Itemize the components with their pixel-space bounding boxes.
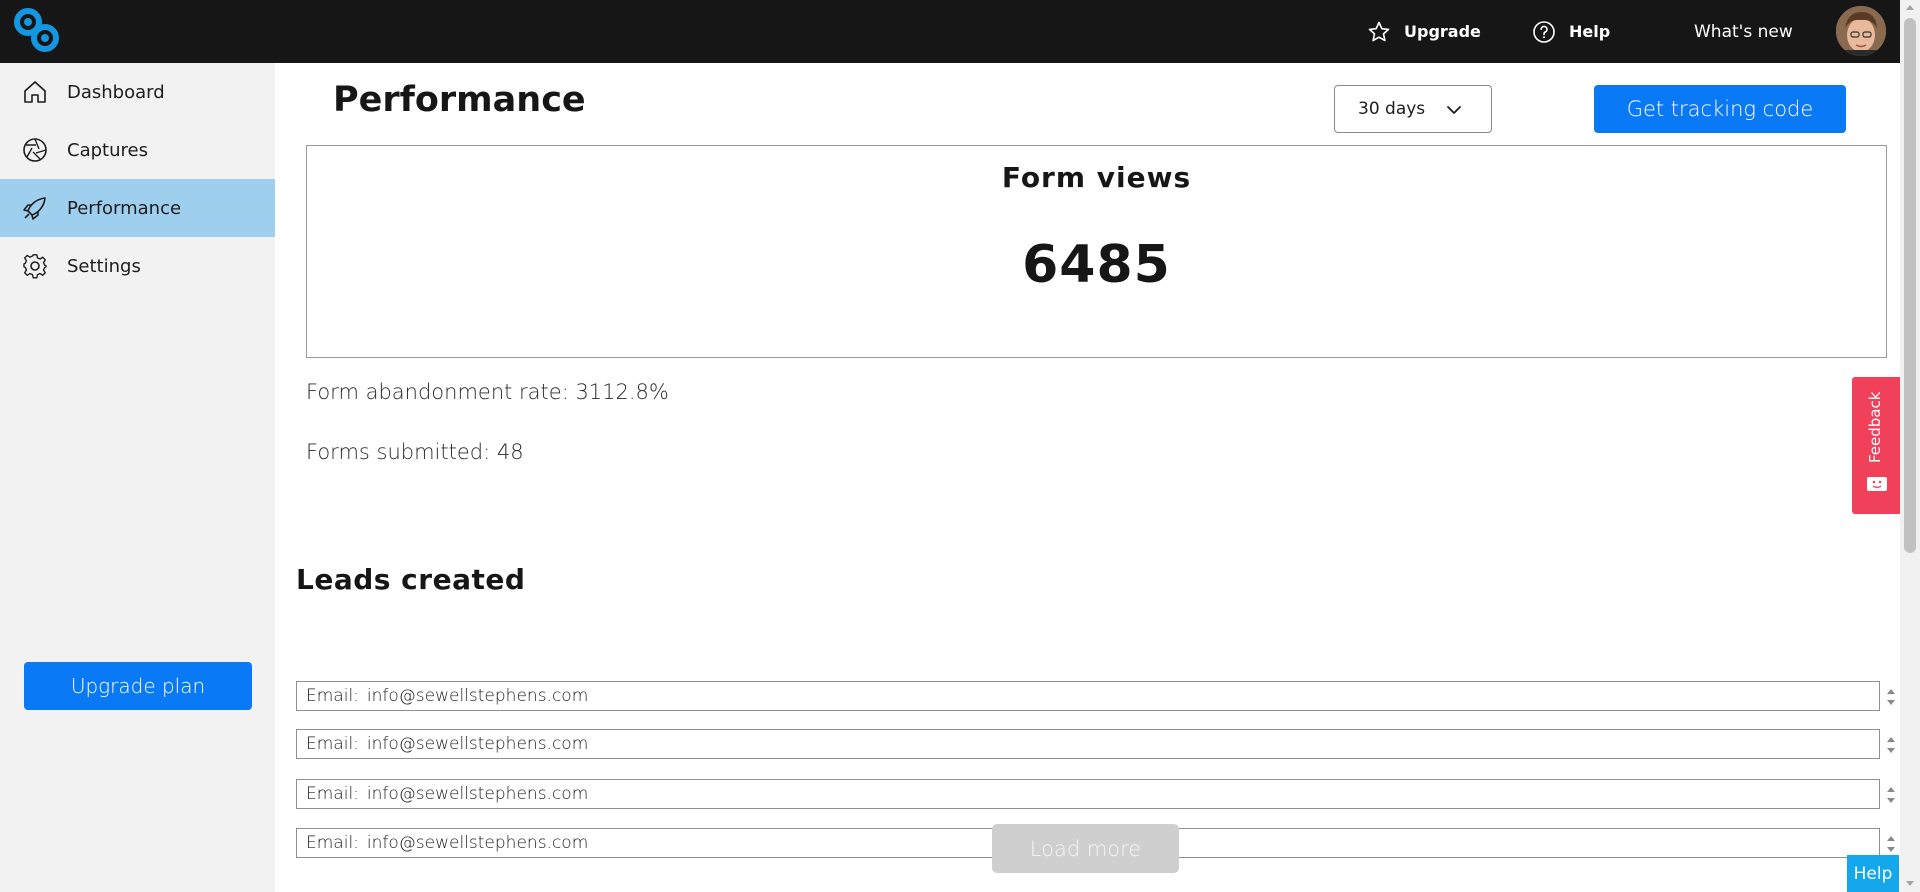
upgrade-link[interactable]: Upgrade [1366,0,1481,63]
sidebar-item-settings[interactable]: Settings [0,237,275,295]
form-views-card: Form views 6485 [306,145,1887,358]
lead-row[interactable]: Email: info@sewellstephens.com [296,779,1895,809]
help-widget-button[interactable]: Help [1847,855,1899,892]
app-logo-icon[interactable] [14,8,60,54]
abandonment-rate: Form abandonment rate: 3112.8% [306,380,669,404]
form-views-label: Form views [1001,161,1192,194]
get-tracking-code-button[interactable]: Get tracking code [1594,85,1846,133]
leads-title: Leads created [296,563,526,596]
sidebar: Dashboard Captures Performance Settings … [0,63,275,892]
spinner-arrows-icon[interactable] [1881,684,1901,710]
spinner-arrows-icon[interactable] [1881,732,1901,758]
home-icon [20,77,50,107]
whats-new-link[interactable]: What's new [1694,0,1793,63]
feedback-label: Feedback [1866,391,1884,463]
sidebar-item-captures[interactable]: Captures [0,121,275,179]
lead-value: info@sewellstephens.com [366,686,589,706]
spinner-arrows-icon[interactable] [1881,782,1901,808]
rocket-icon [20,193,50,223]
lead-key: Email: [306,734,359,754]
sidebar-item-label: Settings [67,255,141,277]
lead-row[interactable]: Email: info@sewellstephens.com [296,681,1895,711]
date-range-select[interactable]: 30 days [1334,85,1492,133]
date-range-value: 30 days [1358,99,1426,119]
sidebar-item-label: Captures [67,139,148,161]
sidebar-item-dashboard[interactable]: Dashboard [0,63,275,121]
chevron-down-icon [1445,101,1463,124]
sidebar-item-label: Dashboard [67,81,165,103]
scroll-down-icon[interactable] [1906,881,1914,886]
help-label: Help [1569,22,1611,41]
upgrade-plan-button[interactable]: Upgrade plan [24,662,252,710]
gear-icon [20,251,50,281]
sidebar-item-performance[interactable]: Performance [0,179,275,237]
lead-key: Email: [306,833,359,853]
lead-value: info@sewellstephens.com [366,734,589,754]
form-views-value: 6485 [1022,235,1171,295]
feedback-tab[interactable]: Feedback [1852,377,1900,514]
lead-row[interactable]: Email: info@sewellstephens.com [296,729,1895,759]
help-link[interactable]: Help [1531,0,1610,63]
question-circle-icon [1531,19,1557,45]
sidebar-item-label: Performance [67,197,182,219]
star-icon [1366,19,1392,45]
load-more-button[interactable]: Load more [992,824,1179,873]
user-avatar[interactable] [1836,6,1886,56]
whats-new-label: What's new [1694,21,1793,42]
page-scrollbar[interactable] [1900,0,1920,892]
scrollbar-thumb[interactable] [1904,18,1916,553]
forms-submitted: Forms submitted: 48 [306,440,524,464]
feedback-face-icon [1866,476,1888,494]
upgrade-label: Upgrade [1404,22,1481,41]
aperture-icon [20,135,50,165]
top-bar: Upgrade Help What's new [0,0,1900,63]
lead-value: info@sewellstephens.com [366,784,589,804]
lead-key: Email: [306,686,359,706]
spinner-arrows-icon[interactable] [1881,831,1901,857]
scroll-up-icon[interactable] [1906,5,1914,10]
lead-key: Email: [306,784,359,804]
page-title: Performance [333,80,586,120]
lead-value: info@sewellstephens.com [366,833,589,853]
